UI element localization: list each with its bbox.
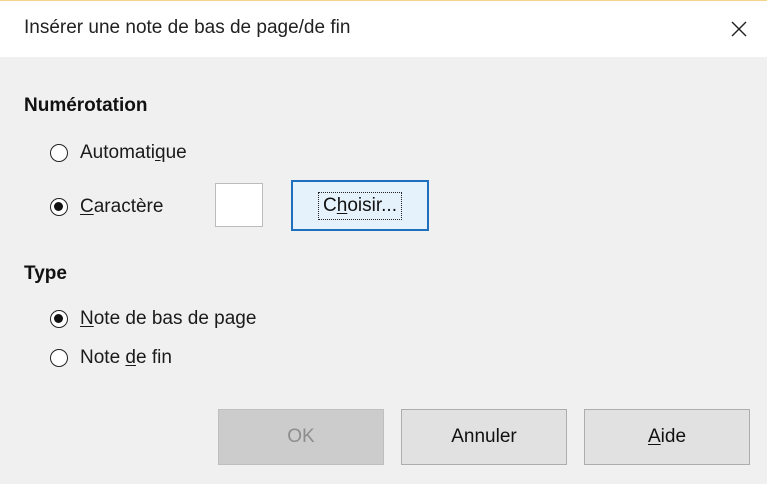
close-icon — [731, 21, 747, 37]
automatic-label-mnemonic: q — [154, 142, 166, 163]
automatic-radio-button[interactable] — [50, 144, 68, 162]
automatic-label: Automatique — [80, 142, 187, 164]
endnote-label-post: e fin — [136, 347, 172, 368]
character-input[interactable] — [215, 183, 263, 227]
choose-button[interactable]: Choisir... — [291, 180, 429, 231]
help-button[interactable]: Aide — [584, 409, 750, 465]
choose-label-pre: C — [323, 194, 337, 216]
endnote-label-pre: Note — [80, 347, 126, 368]
type-heading: Type — [24, 263, 67, 284]
help-label-post: ide — [660, 426, 687, 447]
radio-footnote[interactable]: Note de bas de page — [50, 308, 256, 330]
radio-character[interactable]: Caractère — [50, 196, 163, 218]
choose-label-post: oisir... — [347, 194, 397, 216]
footnote-label-post: ote de bas de page — [93, 308, 257, 329]
numbering-heading: Numérotation — [24, 95, 148, 116]
choose-button-label: Choisir... — [318, 191, 402, 220]
close-button[interactable] — [711, 1, 767, 57]
footnote-label-mnemonic: N — [80, 308, 94, 329]
ok-button[interactable]: OK — [218, 409, 384, 465]
footnote-radio-button[interactable] — [50, 310, 68, 328]
footnote-label: Note de bas de page — [80, 308, 256, 330]
choose-label-mnemonic: h — [336, 194, 348, 216]
help-label-mnemonic: A — [647, 426, 661, 447]
radio-endnote[interactable]: Note de fin — [50, 347, 172, 369]
endnote-label-mnemonic: d — [125, 347, 136, 368]
radio-automatic[interactable]: Automatique — [50, 142, 187, 164]
automatic-label-post: ue — [165, 142, 187, 163]
endnote-radio-button[interactable] — [50, 349, 68, 367]
automatic-label-pre: Automati — [80, 142, 155, 163]
dialog-title: Insérer une note de bas de page/de fin — [24, 17, 351, 38]
character-label-post: aractère — [93, 196, 164, 217]
character-radio-button[interactable] — [50, 198, 68, 216]
cancel-button[interactable]: Annuler — [401, 409, 567, 465]
dialog-window: Insérer une note de bas de page/de fin N… — [0, 0, 767, 484]
character-label-mnemonic: C — [80, 196, 94, 217]
help-button-label: Aide — [648, 426, 686, 448]
endnote-label: Note de fin — [80, 347, 172, 369]
character-label: Caractère — [80, 196, 163, 218]
title-bar: Insérer une note de bas de page/de fin — [0, 1, 767, 57]
